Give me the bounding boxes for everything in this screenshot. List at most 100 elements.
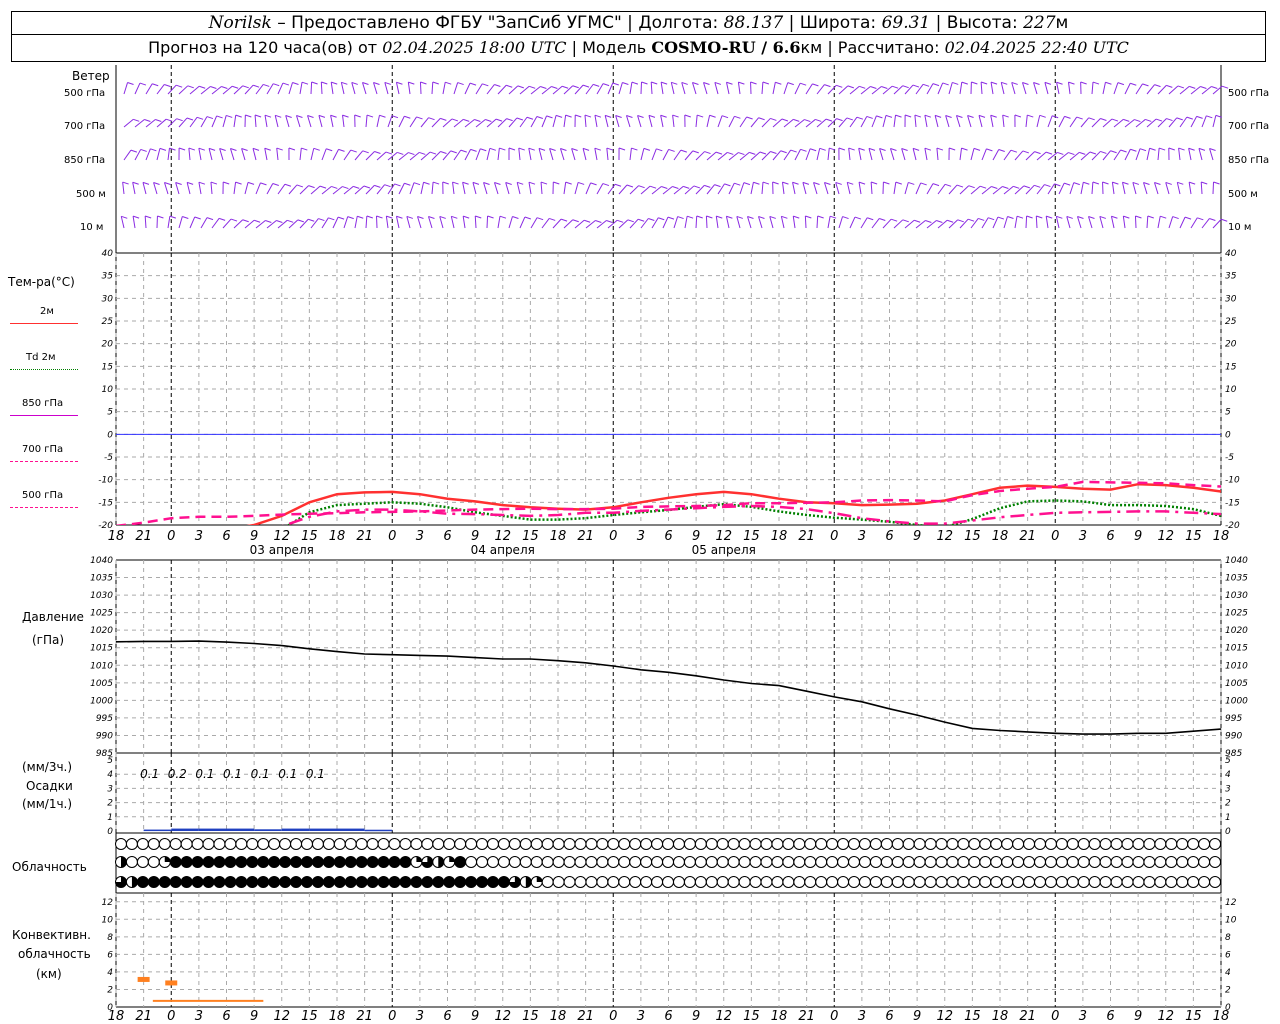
wind-barb-feather (553, 181, 560, 185)
wind-barb-staff (772, 82, 776, 95)
wind-barb-feather (988, 217, 995, 221)
wind-barb-staff (585, 84, 594, 95)
wind-barb-feather (716, 215, 723, 219)
temp-ytick-left: -10 (98, 476, 113, 486)
wind-barb-staff (200, 217, 208, 229)
hour-label-bottom: 12 (936, 1009, 953, 1024)
cloud-circle (662, 876, 675, 888)
cloud-symbol (410, 856, 423, 868)
cloud-half (121, 856, 127, 868)
wind-barb-staff (277, 183, 286, 195)
wind-barb-staff (1058, 116, 1065, 128)
wind-barb-feather (1100, 150, 1107, 154)
wind-barb-feather (759, 151, 767, 155)
cloud-circle (585, 876, 598, 888)
wind-barb-feather (1184, 216, 1192, 220)
cloud-circle (388, 856, 401, 868)
wind-barb-feather (1177, 85, 1185, 89)
cloud-symbol (1209, 838, 1222, 850)
wind-barb-feather (1026, 215, 1033, 219)
wind-barb (1168, 216, 1179, 229)
wind-barb-feather (672, 186, 679, 190)
wind-barb (395, 215, 403, 229)
cloud-symbol (1099, 856, 1112, 868)
wind-barb-feather (967, 218, 975, 222)
wind-barb-feather (944, 183, 952, 187)
cloud-symbol (169, 856, 182, 868)
wind-barb (1088, 216, 1095, 229)
wind-barb-staff (198, 182, 202, 195)
wind-barb (186, 181, 194, 195)
wind-barb-feather (793, 118, 800, 122)
cloud-circle (891, 876, 904, 888)
wind-barb-feather (408, 81, 415, 85)
wind-barb-feather (265, 220, 272, 223)
wind-barb (156, 215, 164, 229)
wind-barb-feather (1117, 82, 1125, 86)
hour-label-bottom: 12 (715, 1009, 732, 1024)
cloud-symbol (848, 838, 861, 850)
cloud-symbol (377, 838, 390, 850)
cloud-symbol (935, 876, 948, 888)
wind-barb-feather (1045, 151, 1053, 155)
wind-barb-feather (1092, 181, 1100, 185)
cloud-circle (815, 876, 828, 888)
wind-barb-feather (451, 118, 459, 122)
wind-barb (332, 148, 345, 161)
conv-ytick-right: 12 (1225, 898, 1237, 908)
wind-barb (208, 147, 216, 161)
wind-barb (264, 147, 271, 161)
wind-barb (606, 147, 613, 161)
cloud-circle (848, 856, 861, 868)
cloud-symbol (858, 876, 871, 888)
conv-ytick-left: 8 (107, 933, 113, 943)
wind-barb-staff (992, 149, 1000, 161)
wind-barb-feather (1092, 81, 1100, 85)
cloud-circle (224, 876, 237, 888)
wind-barb (417, 216, 424, 229)
wind-barb-staff (497, 148, 500, 161)
wind-barb-staff (417, 216, 422, 229)
cloud-symbol (979, 876, 992, 888)
wind-barb-staff (736, 216, 741, 229)
hour-label-bottom: 18 (550, 1009, 567, 1024)
cloud-symbol (1034, 838, 1047, 850)
wind-barb (893, 114, 902, 128)
wind-barb-staff (1113, 82, 1119, 95)
wind-barb (387, 115, 399, 128)
wind-barb (486, 147, 496, 161)
cloud-circle (672, 856, 685, 868)
wind-barb-staff (835, 182, 840, 195)
wind-barb-feather (1014, 114, 1022, 118)
wind-barb-staff (1077, 216, 1082, 229)
wind-barb (990, 114, 997, 128)
cloud-circle (826, 856, 839, 868)
wind-barb-feather (1027, 114, 1034, 118)
precip-bar (171, 828, 199, 831)
cloud-circle (738, 856, 751, 868)
wind-barb-feather (638, 185, 645, 189)
wind-barb-feather (1189, 85, 1196, 89)
cloud-symbol (465, 876, 478, 888)
hour-label-bottom: 21 (135, 1009, 152, 1024)
cloud-circle (1121, 856, 1134, 868)
cloud-symbol (705, 856, 718, 868)
cloud-circle (399, 856, 412, 868)
cloud-circle (1023, 838, 1036, 850)
wind-barb-feather (952, 81, 959, 85)
wind-barb (1102, 181, 1109, 195)
hour-label: 12 (1157, 529, 1174, 544)
date-label: 05 апреля (692, 543, 756, 557)
wind-barb-staff (706, 115, 711, 128)
wind-barb-staff (805, 148, 811, 161)
cloud-symbol (432, 838, 445, 850)
hour-label: 21 (135, 529, 152, 544)
cloud-circle (902, 856, 915, 868)
wind-barb (827, 215, 837, 229)
cloud-circle (771, 876, 784, 888)
cloud-circle (957, 838, 970, 850)
cloud-circle (837, 856, 850, 868)
wind-barb-staff (330, 82, 334, 95)
cloud-symbol (290, 856, 303, 868)
cloud-symbol (235, 838, 248, 850)
